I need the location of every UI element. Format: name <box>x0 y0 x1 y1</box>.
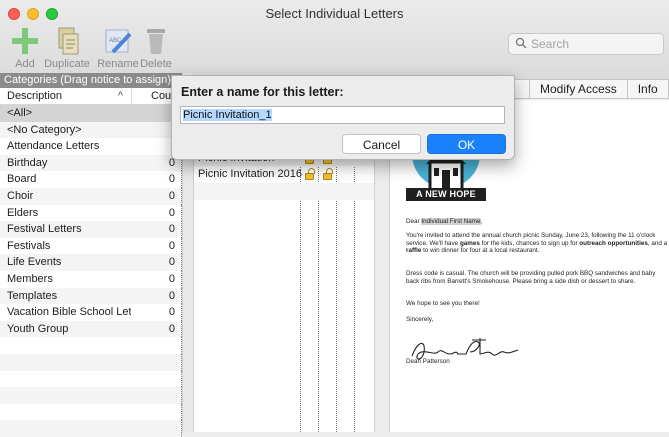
category-row[interactable]: Festival Letters 0 <box>0 221 182 238</box>
window-title: Select Individual Letters <box>265 6 404 21</box>
delete-label: Delete <box>140 58 172 70</box>
category-row[interactable]: Templates 0 <box>0 287 182 305</box>
delete-button[interactable]: Delete <box>136 26 176 70</box>
category-row <box>0 353 182 371</box>
category-row <box>0 403 182 421</box>
signer-name: Dean Patterson <box>406 358 450 365</box>
letter-row <box>194 182 374 200</box>
search-icon <box>515 37 527 52</box>
category-row <box>0 337 182 354</box>
ok-button[interactable]: OK <box>427 134 506 154</box>
category-row[interactable]: Festivals 0 <box>0 237 182 255</box>
rename-button[interactable]: ABC Rename <box>95 26 141 70</box>
lock-open-icon[interactable] <box>323 168 333 181</box>
greeting: Dear Individual First Name, <box>406 218 483 225</box>
letter-row[interactable]: Picnic Invitation 2016 <box>194 166 374 183</box>
category-row <box>0 370 182 388</box>
dialog-title: Enter a name for this letter: <box>181 85 344 99</box>
category-row[interactable]: Attendance Letters <box>0 138 182 155</box>
cancel-button[interactable]: Cancel <box>342 134 421 154</box>
category-row[interactable]: Members 0 <box>0 270 182 288</box>
tab-modify-access[interactable]: Modify Access <box>530 79 628 99</box>
rename-label: Rename <box>97 58 139 70</box>
category-row[interactable]: Choir 0 <box>0 187 182 205</box>
sort-ascending-icon: ^ <box>117 90 123 102</box>
category-row[interactable]: <All> <box>0 105 182 122</box>
letter-name-value: Picnic Invitation_1 <box>183 109 272 121</box>
duplicate-button[interactable]: Duplicate <box>41 26 93 70</box>
categories-pane: Categories (Drag notice to assign) Descr… <box>0 73 182 437</box>
tab-info[interactable]: Info <box>627 79 669 99</box>
category-row[interactable]: <No Category> <box>0 121 182 139</box>
description-column-header[interactable]: Description ^ <box>0 88 131 104</box>
categories-header: Categories (Drag notice to assign) <box>0 73 182 88</box>
logo-banner: A NEW HOPE <box>406 188 486 201</box>
paragraph-1: You're invited to attend the annual chur… <box>406 232 668 254</box>
lock-open-icon[interactable] <box>305 168 315 181</box>
letter-name-input[interactable]: Picnic Invitation_1 <box>180 106 505 124</box>
paragraph-2: Dress code is casual. The church will be… <box>406 270 656 285</box>
category-row[interactable]: Vacation Bible School Let 0 <box>0 304 182 321</box>
category-row <box>0 420 182 437</box>
category-row[interactable]: Birthday 0 <box>0 154 182 172</box>
duplicate-icon <box>41 26 93 56</box>
categories-column-header: Description ^ Cou <box>0 88 182 105</box>
category-row[interactable]: Board 0 <box>0 171 182 188</box>
closing: Sincerely, <box>406 316 434 323</box>
rename-dialog: Enter a name for this letter: Picnic Inv… <box>171 75 515 160</box>
category-row <box>0 387 182 404</box>
category-row[interactable]: Youth Group 0 <box>0 320 182 338</box>
search-placeholder: Search <box>531 37 570 51</box>
paragraph-3: We hope to see you there! <box>406 300 480 307</box>
category-row[interactable]: Elders 0 <box>0 204 182 222</box>
trash-icon <box>136 26 176 56</box>
rename-icon: ABC <box>95 26 141 56</box>
duplicate-label: Duplicate <box>44 58 90 70</box>
category-row[interactable]: Life Events 0 <box>0 254 182 271</box>
categories-list: <All> <No Category> Attendance Letters B… <box>0 105 182 437</box>
merge-field: Individual First Name <box>421 218 481 225</box>
search-field[interactable]: Search <box>508 33 664 55</box>
